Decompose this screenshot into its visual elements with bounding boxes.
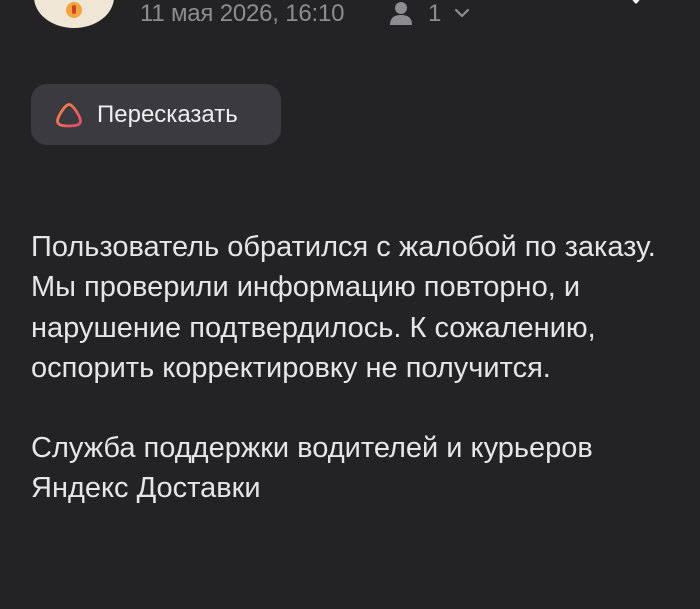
message-paragraph: Пользователь обратился с жалобой по зака… — [31, 231, 656, 384]
sender-avatar[interactable] — [34, 0, 114, 28]
yandex-delivery-logo-icon — [66, 2, 82, 18]
alice-icon — [56, 103, 82, 128]
message-signature: Служба поддержки водителей и курьеров Ян… — [31, 432, 593, 505]
summarize-label: Пересказать — [97, 101, 238, 128]
message-screen: 11 мая 2026, 16:10 1 Пересказать Пользов — [0, 0, 700, 609]
message-date: 11 мая 2026, 16:10 — [140, 0, 345, 27]
message-header: 11 мая 2026, 16:10 1 — [0, 0, 700, 40]
chevron-down-icon[interactable] — [454, 8, 470, 18]
person-icon[interactable] — [388, 0, 414, 26]
message-body: Пользователь обратился с жалобой по зака… — [31, 227, 671, 509]
close-icon[interactable] — [624, 0, 648, 6]
recipient-count[interactable]: 1 — [428, 1, 441, 27]
summarize-button[interactable]: Пересказать — [31, 84, 281, 145]
